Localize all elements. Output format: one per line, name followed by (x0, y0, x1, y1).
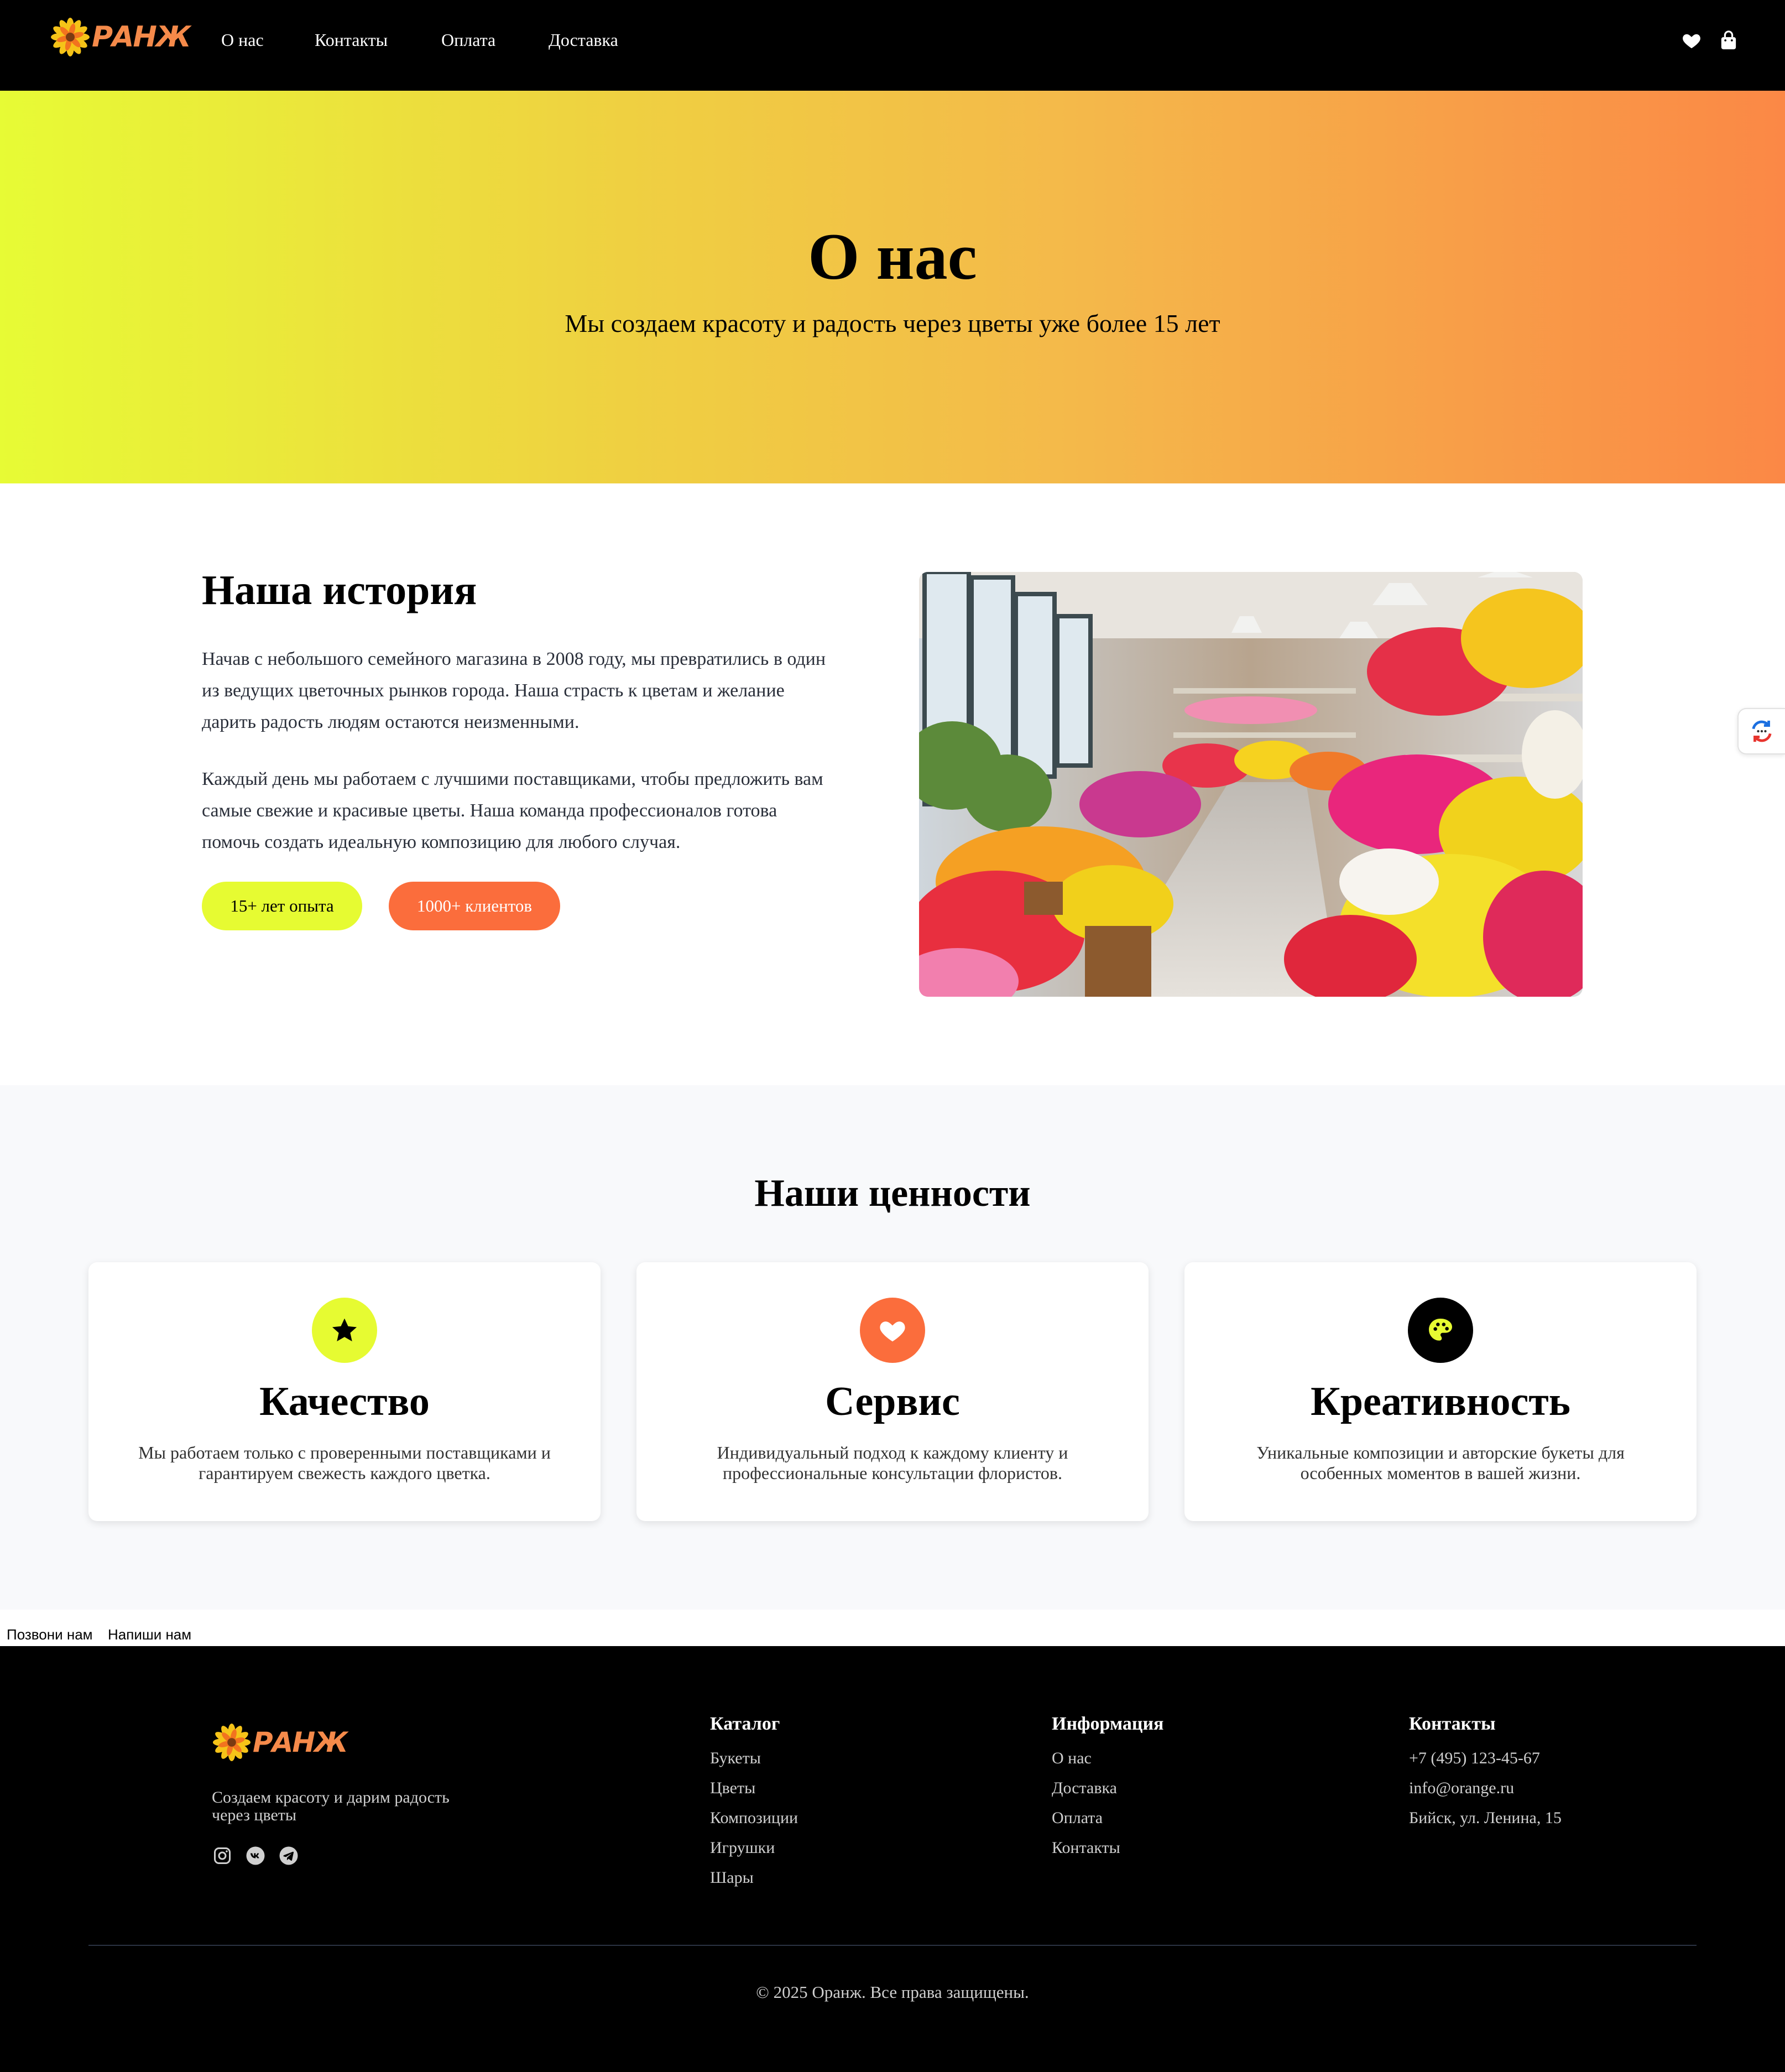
clients-badge: 1000+ клиентов (389, 882, 560, 930)
social-links (212, 1845, 299, 1866)
footer-link-contacts[interactable]: Контакты (1052, 1833, 1163, 1863)
copyright-text: © 2025 Оранж. Все права защищены. (756, 1982, 1029, 2002)
nav-payment[interactable]: Оплата (441, 30, 495, 50)
value-text: Уникальные композиции и авторские букеты… (1256, 1443, 1625, 1483)
footer-link-toys[interactable]: Игрушки (710, 1833, 798, 1863)
nav-contacts[interactable]: Контакты (315, 30, 388, 50)
value-card-quality: Качество Мы работаем только с проверенны… (88, 1262, 601, 1521)
footer-contacts-column: Контакты +7 (495) 123-45-67 info@orange.… (1409, 1714, 1562, 1833)
history-paragraph-1: Начав с небольшого семейного магазина в … (202, 649, 826, 732)
heart-icon (860, 1298, 925, 1363)
footer-catalog-title: Каталог (710, 1714, 780, 1734)
value-card-service: Сервис Индивидуальный подход к каждому к… (636, 1262, 1149, 1521)
footer-address: Бийск, ул. Ленина, 15 (1409, 1809, 1562, 1827)
value-card-creativity: Креативность Уникальные композиции и авт… (1184, 1262, 1697, 1521)
favorites-heart-icon[interactable] (1681, 30, 1702, 54)
site-header: РАНЖ О нас Контакты Оплата Доставка (0, 0, 1785, 91)
footer-link-compositions[interactable]: Композиции (710, 1803, 798, 1833)
footer-link-about[interactable]: О нас (1052, 1743, 1163, 1773)
cart-bag-icon[interactable] (1719, 30, 1739, 54)
sync-widget-button[interactable] (1737, 708, 1785, 754)
header-actions (1681, 30, 1739, 54)
history-title: Наша история (202, 567, 477, 613)
telegram-icon[interactable] (278, 1845, 299, 1866)
footer-link-bouquets[interactable]: Букеты (710, 1743, 798, 1773)
value-title: Сервис (825, 1379, 960, 1424)
footer-contacts-title: Контакты (1409, 1714, 1496, 1734)
footer-email[interactable]: info@orange.ru (1409, 1773, 1562, 1803)
footer-link-balloons[interactable]: Шары (710, 1863, 798, 1893)
hero-subtitle: Мы создаем красоту и радость через цветы… (565, 309, 1220, 337)
values-title: Наши ценности (754, 1172, 1031, 1215)
nav-about[interactable]: О нас (221, 30, 264, 50)
footer-info-column: Информация О нас Доставка Оплата Контакт… (1052, 1714, 1163, 1863)
flower-shop-photo (919, 572, 1583, 997)
footer-info-title: Информация (1052, 1714, 1164, 1734)
history-paragraph-2: Каждый день мы работаем с лучшими постав… (202, 769, 823, 852)
footer-catalog-column: Каталог Букеты Цветы Композиции Игрушки … (710, 1714, 798, 1893)
refresh-arrows-icon (1752, 720, 1772, 742)
instagram-icon[interactable] (212, 1845, 233, 1866)
logo-text: РАНЖ (92, 20, 191, 54)
value-text: Мы работаем только с проверенными постав… (138, 1443, 551, 1483)
nav-delivery[interactable]: Доставка (549, 30, 618, 50)
hero-banner: О нас Мы создаем красоту и радость через… (0, 91, 1785, 483)
footer-divider (88, 1945, 1697, 1946)
flower-logo-icon (212, 1723, 251, 1762)
footer-link-flowers[interactable]: Цветы (710, 1773, 798, 1803)
footer-logo[interactable]: РАНЖ (212, 1722, 348, 1762)
call-us-link[interactable]: Позвони нам (7, 1626, 93, 1643)
palette-icon (1408, 1298, 1473, 1363)
value-text: Индивидуальный подход к каждому клиенту … (717, 1443, 1068, 1483)
value-title: Качество (259, 1379, 430, 1424)
footer-phone[interactable]: +7 (495) 123-45-67 (1409, 1743, 1562, 1773)
flower-logo-icon (51, 18, 90, 56)
footer-link-delivery[interactable]: Доставка (1052, 1773, 1163, 1803)
footer-link-payment[interactable]: Оплата (1052, 1803, 1163, 1833)
write-us-link[interactable]: Напиши нам (108, 1626, 191, 1643)
logo-text: РАНЖ (253, 1726, 348, 1758)
value-title: Креативность (1311, 1379, 1570, 1424)
star-icon (312, 1298, 377, 1363)
site-logo[interactable]: РАНЖ (50, 17, 191, 58)
page-title: О нас (808, 220, 977, 293)
vk-icon[interactable] (245, 1845, 266, 1866)
footer-tagline: Создаем красоту и дарим радость через цве… (212, 1788, 450, 1824)
experience-badge: 15+ лет опыта (202, 882, 362, 930)
